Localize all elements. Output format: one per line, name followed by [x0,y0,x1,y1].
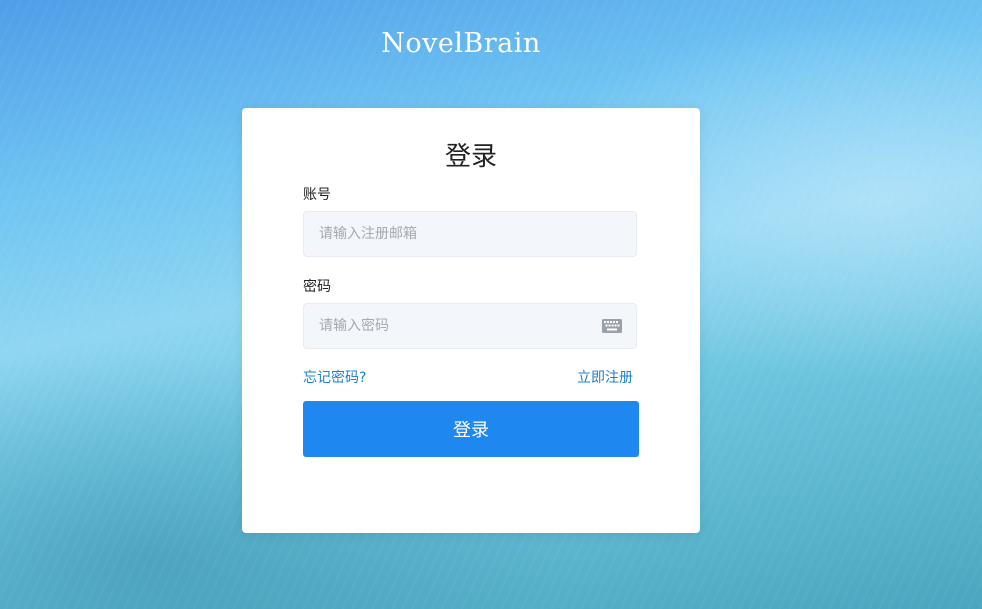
password-label: 密码 [303,279,331,295]
login-title: 登录 [444,142,497,172]
app-title: NovelBrain [381,28,541,59]
account-input[interactable] [304,212,636,256]
password-input[interactable] [304,304,636,348]
account-input-wrapper [303,211,637,257]
login-card: 登录 账号 密码 忘记密码? 立即注册 登录 [242,108,700,533]
account-label: 账号 [303,187,331,203]
login-button[interactable]: 登录 [303,401,639,457]
register-link[interactable]: 立即注册 [577,367,633,387]
password-input-wrapper [303,303,637,349]
keyboard-icon[interactable] [602,319,622,333]
forgot-password-link[interactable]: 忘记密码? [303,367,366,387]
